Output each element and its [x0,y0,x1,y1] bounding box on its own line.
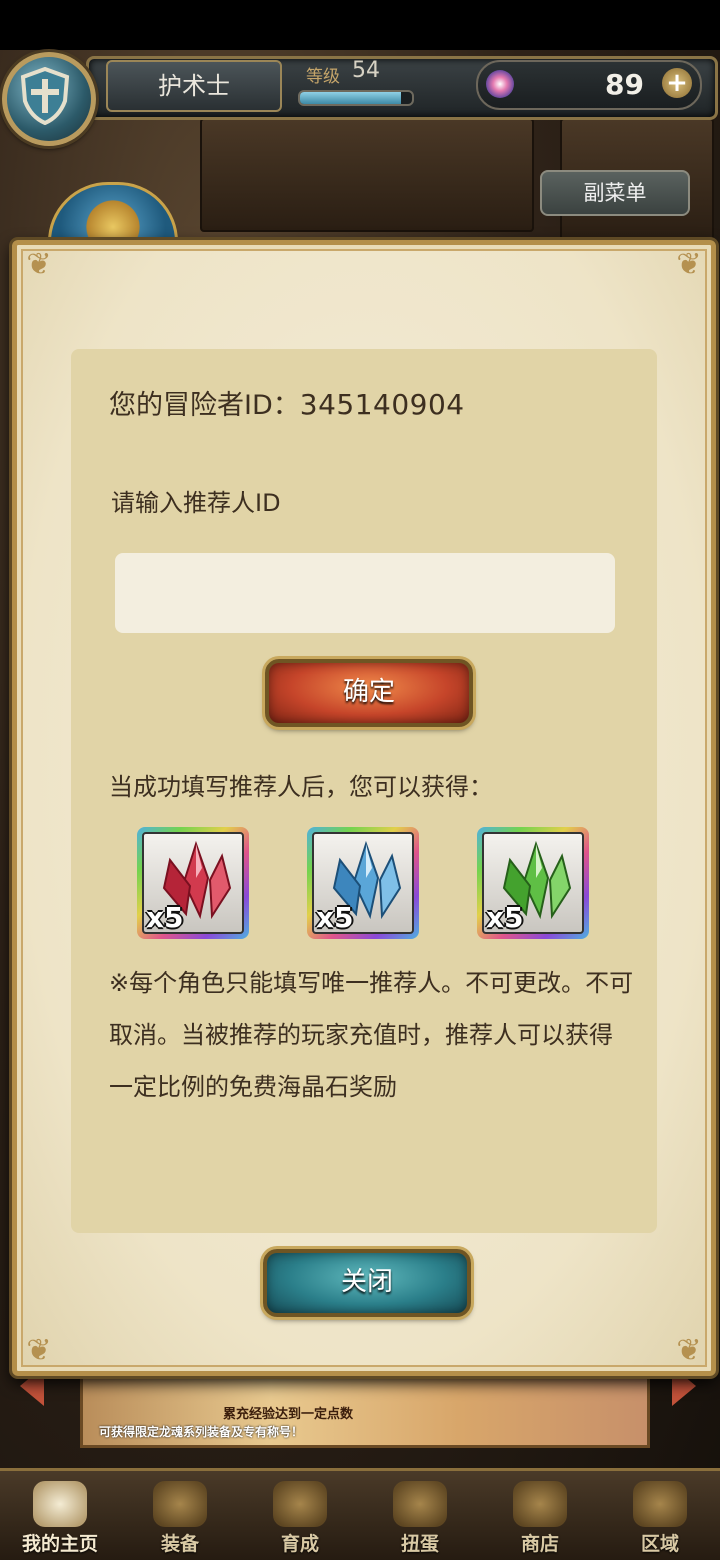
reward-item-blue-crystal[interactable]: x5 [307,827,419,939]
corner-ornament-icon: ❦ [26,247,52,282]
level-display: 等级 54 [294,58,418,108]
referrer-id-input[interactable] [115,553,615,633]
reward-quantity: x5 [316,901,354,934]
nav-item-equipment[interactable]: 装备 [120,1471,240,1560]
referral-notice: ※每个角色只能填写唯一推荐人。不可更改。不可取消。当被推荐的玩家充值时，推荐人可… [109,969,634,1101]
event-banner[interactable]: 累充经验达到一定点数 可获得限定龙魂系列装备及专有称号！ [80,1370,650,1448]
confirm-button[interactable]: 确定 [265,659,473,727]
swords-icon [273,1481,327,1527]
nav-item-shop[interactable]: 商店 [480,1471,600,1560]
nav-label: 装备 [160,1533,199,1555]
level-label: 等级 [306,67,340,87]
shop-bag-icon [513,1481,567,1527]
gacha-bell-icon [393,1481,447,1527]
nav-label: 我的主页 [21,1533,98,1555]
reward-frame: x5 [142,832,244,934]
nav-item-gacha[interactable]: 扭蛋 [360,1471,480,1560]
nav-label: 扭蛋 [400,1533,439,1555]
nav-label: 商店 [520,1533,559,1555]
helmet-icon [153,1481,207,1527]
background-shelf [200,118,534,232]
currency-display: 89 + [476,60,702,110]
corner-ornament-icon: ❦ [676,1333,702,1368]
top-hud: 护术士 等级 54 89 + [0,52,720,146]
adventurer-id-line: 您的冒险者ID：345140904 [109,383,465,422]
adventurer-id-label: 您的冒险者ID： [109,390,300,421]
exp-bar-fill [300,92,401,104]
status-bar [0,0,720,50]
banner-line-2: 可获得限定龙魂系列装备及专有称号！ [99,1425,304,1439]
adventurer-id-value: 345140904 [299,388,465,421]
globe-icon [633,1481,687,1527]
close-button[interactable]: 关闭 [263,1249,471,1317]
bottom-nav: 我的主页 装备 育成 扭蛋 商店 区域 [0,1468,720,1560]
sea-crystal-icon [486,70,514,98]
corner-ornament-icon: ❦ [676,247,702,282]
job-emblem-shield-icon[interactable] [2,52,96,146]
nav-label: 区域 [640,1533,679,1555]
nav-item-home[interactable]: 我的主页 [0,1471,120,1560]
game-screen: 护术士 等级 54 89 + 副菜单 累充经验达到一定点数 可获得限定龙魂系列装… [0,0,720,1560]
submenu-button[interactable]: 副菜单 [540,170,690,216]
level-value: 54 [352,58,380,83]
nav-label: 育成 [280,1533,319,1555]
home-scroll-icon [33,1481,87,1527]
reward-description: 当成功填写推荐人后，您可以获得： [109,773,493,801]
exp-bar [298,90,414,106]
job-name: 护术士 [106,60,282,112]
corner-ornament-icon: ❦ [26,1333,52,1368]
reward-quantity: x5 [486,901,524,934]
nav-item-training[interactable]: 育成 [240,1471,360,1560]
dialog-content-panel: 您的冒险者ID：345140904 请输入推荐人ID 确定 当成功填写推荐人后，… [71,349,657,1233]
referral-dialog: ❦ ❦ ❦ ❦ 您的冒险者ID：345140904 请输入推荐人ID 确定 当成… [12,240,716,1376]
reward-item-red-crystal[interactable]: x5 [137,827,249,939]
reward-item-green-crystal[interactable]: x5 [477,827,589,939]
add-currency-button[interactable]: + [662,68,692,98]
currency-count: 89 [605,68,644,101]
referrer-id-prompt: 请输入推荐人ID [111,489,281,517]
banner-line-1: 累充经验达到一定点数 [223,1407,354,1422]
reward-frame: x5 [312,832,414,934]
reward-quantity: x5 [146,901,184,934]
nav-item-area[interactable]: 区域 [600,1471,720,1560]
reward-frame: x5 [482,832,584,934]
